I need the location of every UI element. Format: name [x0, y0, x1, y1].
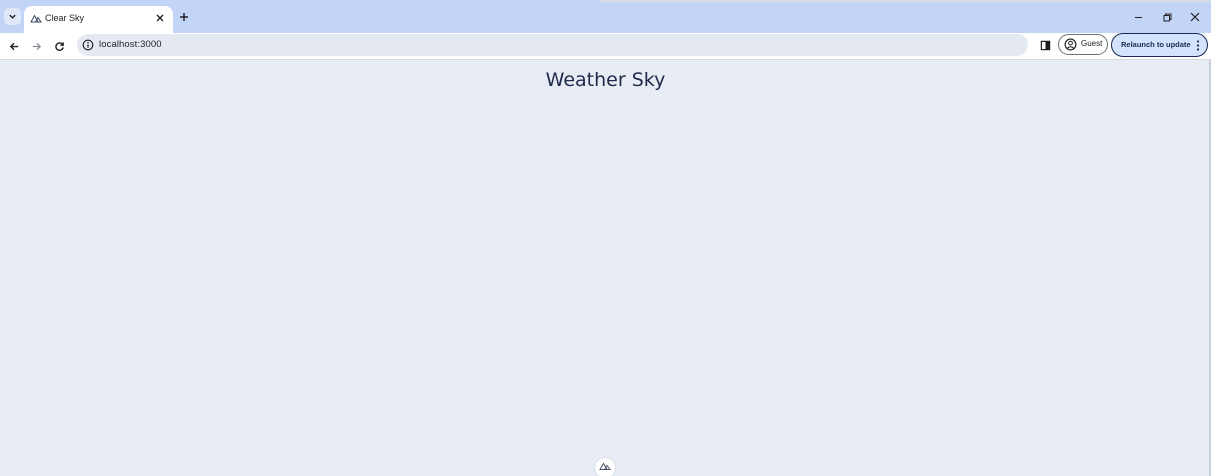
relaunch-label: Relaunch to update — [1121, 40, 1191, 49]
tab-close-button[interactable] — [153, 11, 167, 25]
url-text[interactable]: localhost:3000 — [99, 39, 162, 50]
relaunch-to-update-button[interactable]: Relaunch to update — [1111, 33, 1208, 57]
page-title: Weather Sky — [545, 69, 666, 91]
back-button[interactable] — [5, 37, 23, 55]
arrow-right-icon — [32, 42, 41, 50]
nuxt-devtools-button[interactable] — [595, 458, 615, 476]
minimize-button[interactable] — [1130, 9, 1146, 25]
browser-menu-button[interactable] — [1195, 39, 1201, 51]
tab-strip: Clear Sky — [0, 0, 1211, 33]
side-panel-icon — [1040, 40, 1050, 50]
profile-button[interactable]: Guest — [1058, 34, 1108, 55]
new-tab-button[interactable] — [175, 8, 192, 25]
restore-button[interactable] — [1159, 9, 1175, 25]
close-icon — [1190, 12, 1200, 22]
plus-icon — [179, 12, 188, 21]
arrow-left-icon — [9, 42, 18, 50]
tab-strip-divider — [600, 0, 1211, 2]
more-vertical-icon — [1196, 39, 1200, 51]
forward-button[interactable] — [27, 37, 45, 55]
info-icon[interactable] — [82, 39, 94, 51]
tab-title: Clear Sky — [45, 13, 85, 23]
tab-active[interactable]: Clear Sky — [24, 6, 173, 33]
nuxt-logo-icon — [30, 14, 42, 23]
chevron-down-icon — [9, 14, 16, 19]
profile-label: Guest — [1081, 39, 1103, 48]
browser-toolbar: localhost:3000 Guest Relaunch to update — [0, 33, 1211, 60]
account-circle-icon — [1064, 38, 1077, 51]
page-viewport: Weather Sky — [0, 60, 1211, 476]
minimize-icon — [1134, 16, 1142, 18]
tab-search-button[interactable] — [4, 8, 21, 25]
reload-icon — [54, 41, 64, 51]
browser-window: Clear Sky localhost:3000 Guest Relaunch … — [0, 0, 1211, 476]
address-bar[interactable]: localhost:3000 — [77, 34, 1028, 56]
nuxt-logo-icon — [599, 462, 611, 470]
side-panel-button[interactable] — [1037, 37, 1053, 53]
close-window-button[interactable] — [1187, 9, 1203, 25]
close-icon — [156, 14, 164, 22]
restore-icon — [1163, 13, 1171, 21]
reload-button[interactable] — [50, 37, 68, 55]
